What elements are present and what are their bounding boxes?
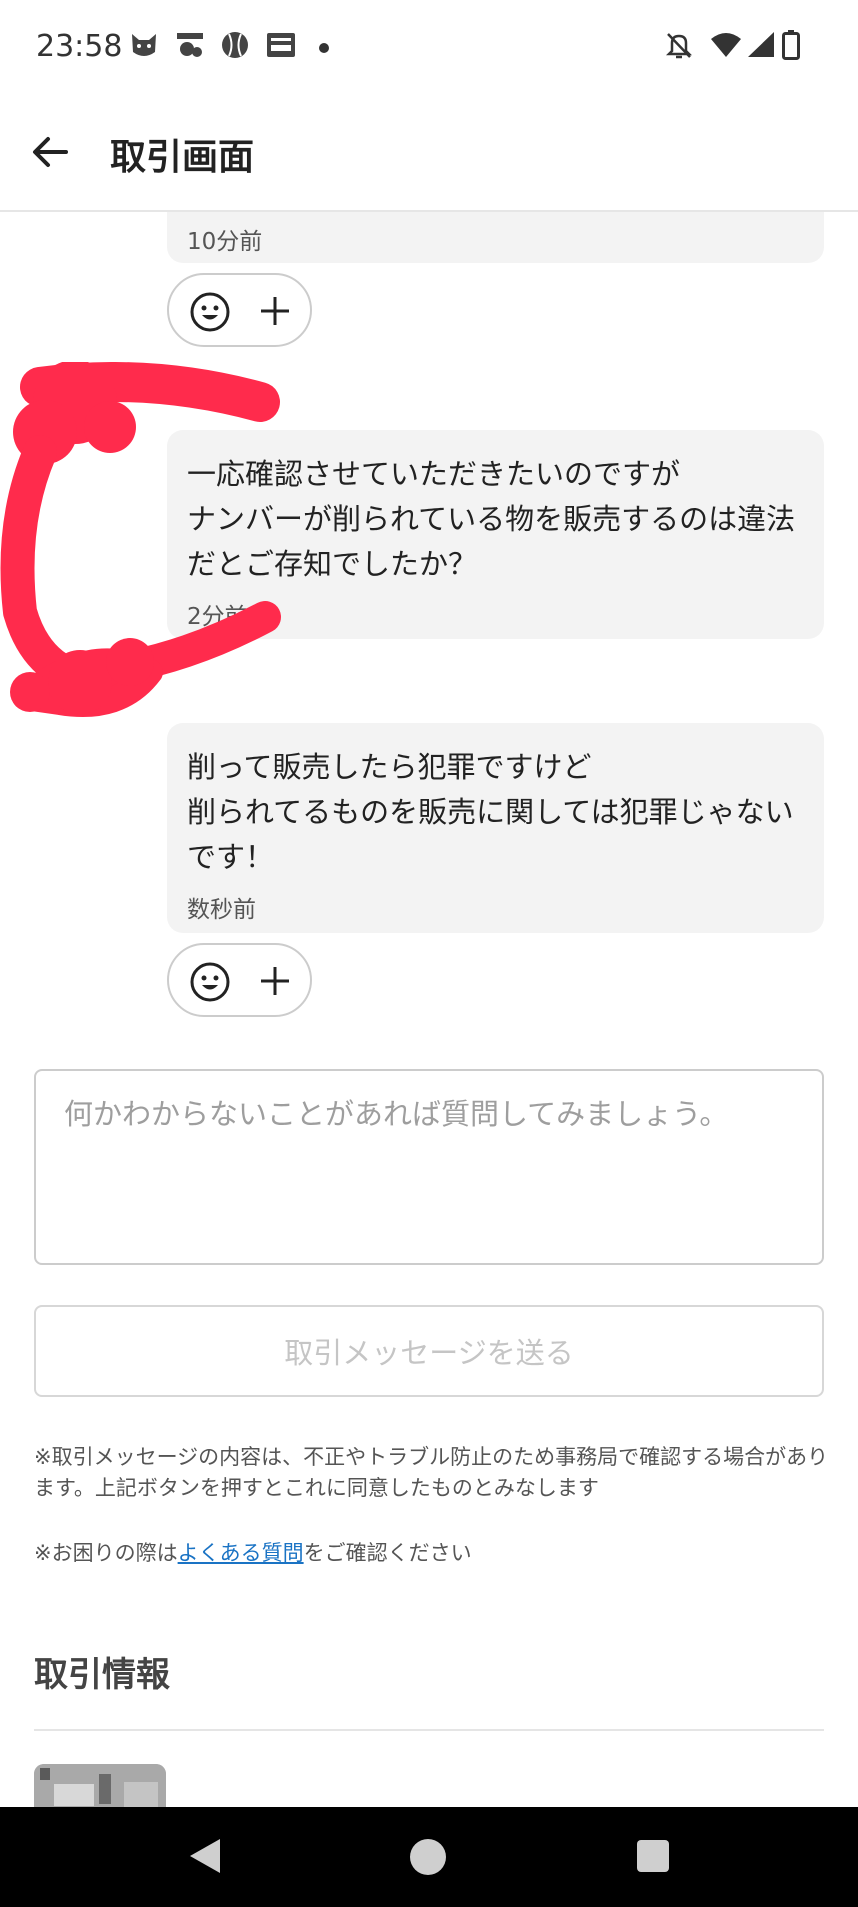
faq-notice: ※お困りの際はよくある質問をご確認ください: [34, 1538, 834, 1569]
bell-off-icon: [664, 30, 694, 64]
nav-recents-icon[interactable]: [637, 1840, 669, 1872]
message-input[interactable]: [34, 1069, 824, 1265]
app-header: 取引画面: [0, 100, 858, 212]
faq-notice-prefix: ※お困りの際は: [34, 1541, 178, 1565]
jmty-notification-icon: [175, 30, 205, 64]
faq-link[interactable]: よくある質問: [178, 1541, 304, 1565]
page-title: 取引画面: [110, 137, 255, 178]
nav-back-icon[interactable]: [188, 1837, 222, 1879]
status-bar: 23:58: [0, 0, 858, 100]
message-thread[interactable]: 10分前 一応確認させていただきたいのですが ナンバーが削られている物を販売する…: [0, 212, 858, 1807]
reaction-button[interactable]: [167, 943, 312, 1017]
back-button[interactable]: [28, 130, 72, 174]
status-time: 23:58: [36, 29, 123, 64]
plus-icon: [257, 963, 293, 1003]
signal-icon: [746, 30, 776, 64]
reaction-button[interactable]: [167, 273, 312, 347]
wifi-icon: [710, 30, 742, 64]
battery-icon: [782, 30, 800, 64]
smile-icon: [189, 961, 231, 1007]
smile-icon: [189, 291, 231, 337]
nav-home-icon[interactable]: [410, 1839, 446, 1875]
product-image: [34, 1764, 166, 1807]
arrow-left-icon: [33, 137, 68, 167]
notice-text: ※取引メッセージの内容は、不正やトラブル防止のため事務局で確認する場合があります…: [34, 1445, 829, 1500]
plus-icon: [257, 293, 293, 333]
message-time: 数秒前: [187, 897, 256, 923]
section-divider: [34, 1729, 824, 1731]
redaction-scribble: [0, 362, 281, 717]
send-message-button[interactable]: 取引メッセージを送る: [34, 1305, 824, 1397]
system-nav-bar: [0, 1807, 858, 1907]
item-thumbnail[interactable]: [34, 1764, 166, 1807]
cat-notification-icon: [129, 30, 159, 64]
news-notification-icon: [266, 30, 296, 64]
faq-notice-suffix: をご確認ください: [303, 1541, 472, 1565]
more-dot-icon: [319, 43, 329, 53]
message-bubble: 10分前: [167, 212, 824, 263]
message-time: 10分前: [187, 229, 263, 255]
baseball-notification-icon: [220, 30, 250, 64]
section-title: 取引情報: [34, 1655, 170, 1695]
